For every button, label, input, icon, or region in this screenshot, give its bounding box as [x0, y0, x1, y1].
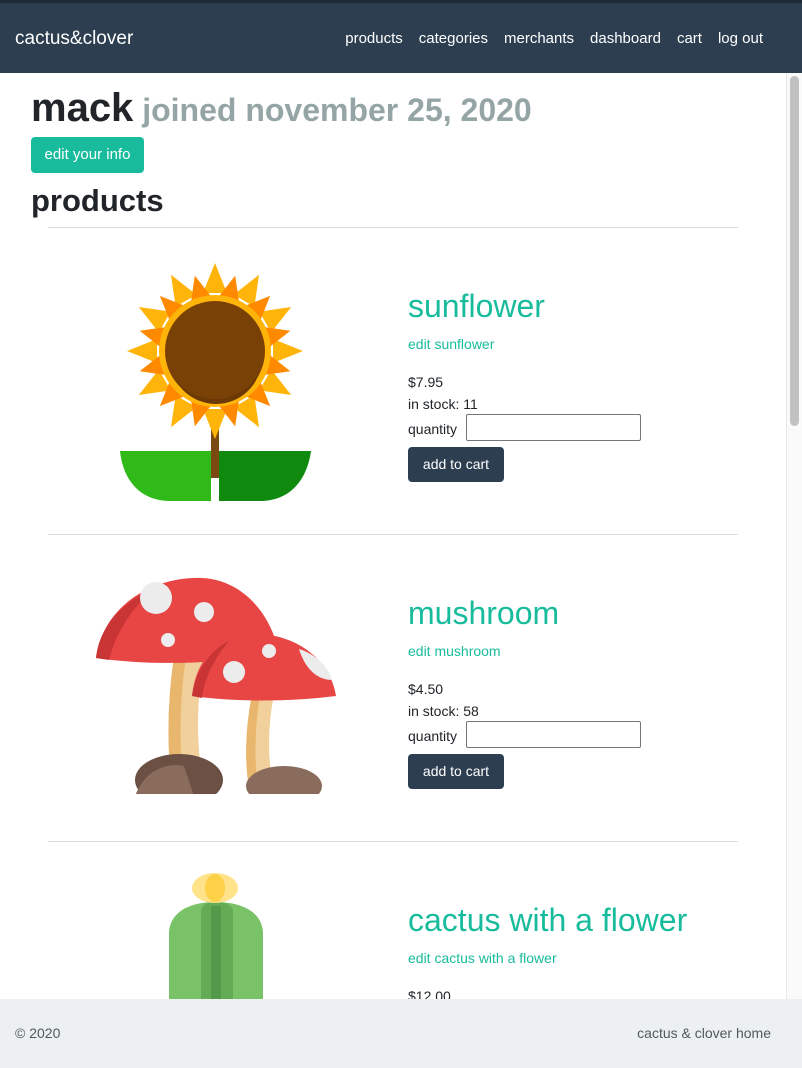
nav-link-cart[interactable]: cart — [677, 30, 702, 48]
mushroom-image — [96, 577, 336, 800]
product-name[interactable]: cactus with a flower — [408, 900, 687, 940]
product-price: $7.95 — [408, 374, 444, 390]
add-to-cart-button[interactable]: add to cart — [408, 447, 504, 482]
scrollbar-thumb[interactable] — [790, 76, 799, 426]
product-name[interactable]: mushroom — [408, 593, 559, 633]
divider — [48, 534, 738, 535]
brand-link[interactable]: cactus&clover — [15, 28, 133, 50]
nav-link-categories[interactable]: categories — [419, 30, 488, 48]
add-to-cart-button[interactable]: add to cart — [408, 754, 504, 789]
quantity-input[interactable] — [466, 414, 641, 441]
product-stock: in stock: 11 — [408, 396, 478, 412]
edit-product-link[interactable]: edit cactus with a flower — [408, 949, 557, 967]
nav-link-dashboard[interactable]: dashboard — [590, 30, 661, 48]
nav-links: products categories merchants dashboard … — [345, 30, 763, 48]
product-stock: in stock: 58 — [408, 703, 479, 719]
sunflower-image — [120, 263, 311, 501]
quantity-label: quantity — [408, 728, 458, 744]
product-price: $4.50 — [408, 681, 444, 697]
divider — [48, 841, 738, 842]
quantity-input[interactable] — [466, 721, 641, 748]
edit-product-link[interactable]: edit sunflower — [408, 335, 494, 353]
nav-link-products[interactable]: products — [345, 30, 403, 48]
products-heading: products — [31, 183, 164, 218]
page-title: mack joined november 25, 2020 — [31, 84, 532, 134]
footer: © 2020 cactus & clover home — [0, 999, 802, 1068]
footer-home-link[interactable]: cactus & clover home — [637, 1025, 771, 1041]
nav-link-merchants[interactable]: merchants — [504, 30, 574, 48]
edit-your-info-button[interactable]: edit your info — [31, 137, 144, 173]
username: mack — [31, 86, 134, 130]
product-name[interactable]: sunflower — [408, 286, 545, 326]
copyright: © 2020 — [15, 1025, 61, 1041]
navbar: cactus&clover products categories mercha… — [0, 3, 802, 73]
divider — [48, 227, 738, 228]
cactus-image — [169, 873, 263, 999]
nav-link-log-out[interactable]: log out — [718, 30, 763, 48]
joined-date: joined november 25, 2020 — [142, 92, 532, 128]
quantity-label: quantity — [408, 421, 458, 437]
edit-product-link[interactable]: edit mushroom — [408, 642, 501, 660]
